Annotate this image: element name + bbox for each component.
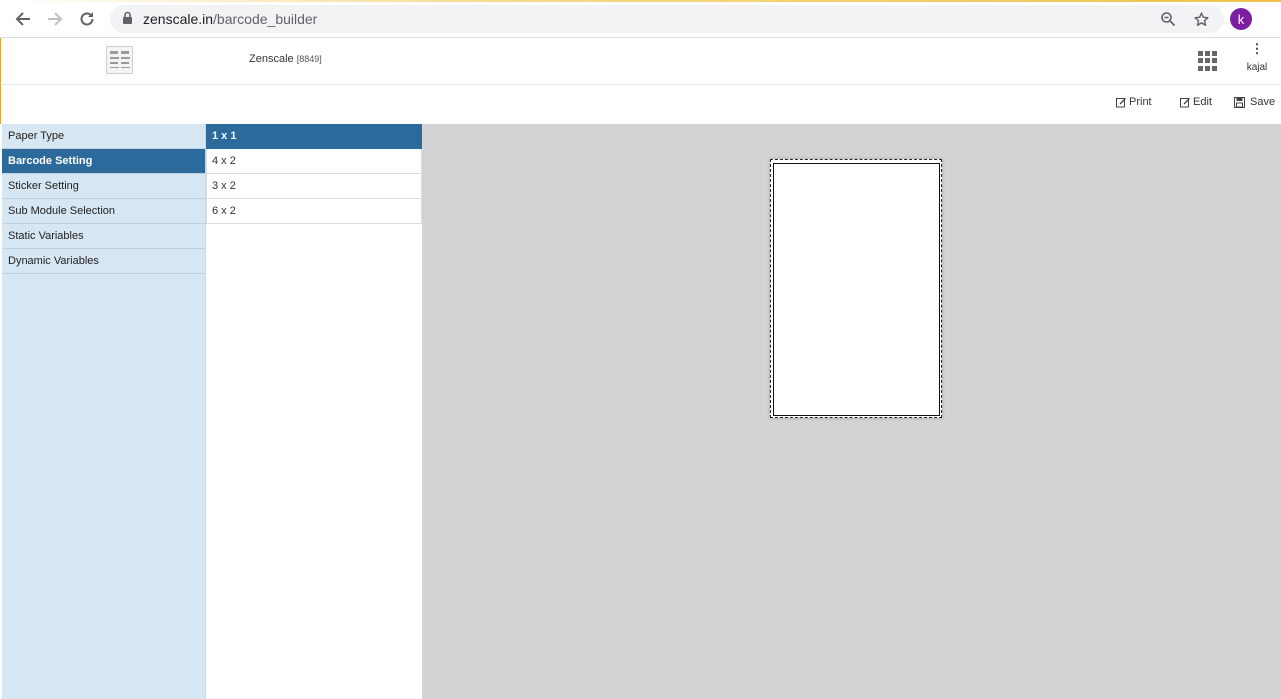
menu-item-label: Static Variables [8,230,84,242]
settings-menu: Paper Type Barcode Setting Sticker Setti… [2,124,206,699]
url-domain: zenscale.in [143,11,214,27]
save-button[interactable]: Save [1234,93,1275,111]
menu-item-static-variables[interactable]: Static Variables [2,224,205,249]
company-logo[interactable] [106,46,133,74]
more-options-icon[interactable]: ⋮ [1241,42,1273,55]
reload-icon[interactable] [75,7,99,31]
app-header: Zenscale [8849] ⋮ kajal [0,38,1281,85]
menu-item-label: Barcode Setting [8,155,93,167]
menu-item-label: Dynamic Variables [8,255,99,267]
apps-grid-icon[interactable] [1198,51,1218,71]
url-path: /barcode_builder [213,11,318,27]
menu-item-label: Paper Type [8,130,65,142]
action-toolbar: Print Edit Save [0,85,1281,124]
size-option-label: 6 x 2 [212,205,236,217]
menu-item-dynamic-variables[interactable]: Dynamic Variables [2,249,205,274]
print-label: Print [1129,96,1152,108]
company-title: Zenscale [8849] [249,53,322,65]
tab-accent-bar [0,0,1281,2]
size-option-6x2[interactable]: 6 x 2 [206,199,422,224]
size-list: 1 x 1 4 x 2 3 x 2 6 x 2 [206,124,423,699]
label-sheet-preview[interactable] [770,159,942,418]
zoom-icon[interactable] [1158,9,1178,29]
menu-item-sticker-setting[interactable]: Sticker Setting [2,174,205,199]
profile-avatar[interactable]: k [1230,8,1252,30]
save-label: Save [1250,96,1276,108]
url-text: zenscale.in/barcode_builder [143,11,317,27]
size-option-3x2[interactable]: 3 x 2 [206,174,422,199]
size-option-4x2[interactable]: 4 x 2 [206,149,422,174]
size-option-1x1[interactable]: 1 x 1 [206,124,422,149]
menu-item-barcode-setting[interactable]: Barcode Setting [2,149,205,174]
menu-item-sub-module-selection[interactable]: Sub Module Selection [2,199,205,224]
forward-icon[interactable] [43,7,67,31]
lock-icon [122,11,133,30]
size-option-label: 3 x 2 [212,180,236,192]
edit-icon [1116,97,1126,107]
star-icon[interactable] [1191,9,1211,29]
preview-canvas [423,124,1281,699]
size-option-label: 4 x 2 [212,155,236,167]
browser-toolbar: zenscale.in/barcode_builder k [0,0,1281,38]
user-name: kajal [1246,62,1268,73]
menu-item-label: Sticker Setting [8,180,79,192]
edit-label: Edit [1193,96,1212,108]
label-sheet-border [773,163,940,416]
edit-button[interactable]: Edit [1180,93,1212,111]
menu-item-label: Sub Module Selection [8,205,116,217]
menu-item-paper-type[interactable]: Paper Type [2,124,205,149]
floppy-disk-icon [1234,96,1245,108]
user-menu[interactable]: ⋮ kajal [1241,42,1273,73]
company-name: Zenscale [249,53,294,65]
address-bar[interactable]: zenscale.in/barcode_builder [110,5,1224,33]
back-icon[interactable] [11,7,35,31]
edit-icon [1180,97,1190,107]
print-button[interactable]: Print [1116,93,1152,111]
size-option-label: 1 x 1 [212,130,237,142]
company-id: [8849] [296,54,322,64]
